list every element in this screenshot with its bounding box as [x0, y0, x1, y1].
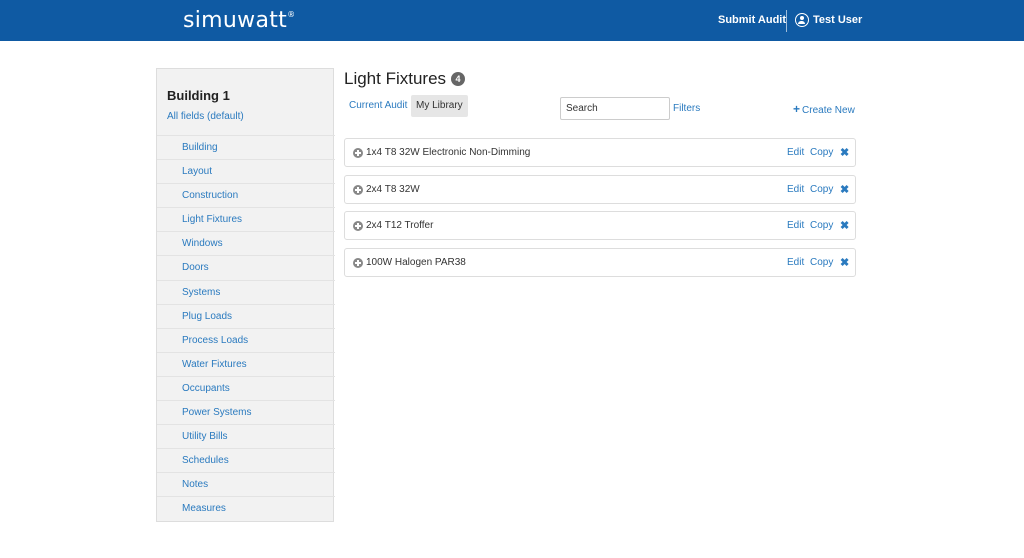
sidebar-item-power-systems[interactable]: Power Systems [157, 400, 335, 424]
fixture-name: 2x4 T12 Troffer [366, 220, 434, 231]
close-icon[interactable]: ✖ [840, 183, 849, 196]
create-new-label: Create New [802, 105, 855, 116]
sidebar-item-plug-loads[interactable]: Plug Loads [157, 303, 335, 328]
search-input[interactable] [560, 97, 670, 120]
sidebar-nav: Building Layout Construction Light Fixtu… [157, 135, 335, 521]
count-badge: 4 [451, 72, 466, 86]
user-name: Test User [813, 14, 863, 26]
sidebar-item-systems[interactable]: Systems [157, 279, 335, 304]
sidebar-item-construction[interactable]: Construction [157, 183, 335, 207]
sidebar-item-occupants[interactable]: Occupants [157, 375, 335, 400]
page-title-text: Light Fixtures [344, 69, 447, 88]
expand-plus-icon[interactable] [353, 185, 363, 195]
fixture-name: 1x4 T8 32W Electronic Non-Dimming [366, 147, 531, 158]
copy-link[interactable]: Copy [810, 184, 833, 195]
sidebar-item-schedules[interactable]: Schedules [157, 448, 335, 472]
copy-link[interactable]: Copy [810, 257, 833, 268]
expand-plus-icon[interactable] [353, 148, 363, 158]
fixture-row: 100W Halogen PAR38 Edit Copy ✖ [344, 248, 856, 277]
sidebar-item-windows[interactable]: Windows [157, 231, 335, 255]
close-icon[interactable]: ✖ [840, 146, 849, 159]
edit-link[interactable]: Edit [787, 184, 804, 195]
sidebar-item-process-loads[interactable]: Process Loads [157, 327, 335, 352]
nav-divider [786, 10, 787, 32]
sidebar-item-notes[interactable]: Notes [157, 472, 335, 496]
top-navbar: simuwatt® Submit Audit Test User [0, 0, 1024, 41]
fixture-row: 1x4 T8 32W Electronic Non-Dimming Edit C… [344, 138, 856, 167]
sidebar-item-doors[interactable]: Doors [157, 255, 335, 279]
sidebar-item-measures[interactable]: Measures [157, 496, 335, 520]
edit-link[interactable]: Edit [787, 257, 804, 268]
field-set-link[interactable]: All fields (default) [167, 111, 244, 122]
building-title: Building 1 [167, 88, 230, 103]
expand-plus-icon[interactable] [353, 221, 363, 231]
sidebar-item-light-fixtures[interactable]: Light Fixtures [157, 207, 335, 231]
sidebar-item-utility-bills[interactable]: Utility Bills [157, 424, 335, 448]
logo-text: simuwatt [183, 8, 288, 33]
sidebar-item-building[interactable]: Building [157, 135, 335, 159]
submit-audit-link[interactable]: Submit Audit [718, 14, 786, 26]
create-new-button[interactable]: + Create New [793, 102, 855, 116]
user-circle-icon [795, 13, 809, 27]
filters-link[interactable]: Filters [673, 103, 700, 114]
tab-current-audit[interactable]: Current Audit [344, 95, 412, 117]
expand-plus-icon[interactable] [353, 258, 363, 268]
copy-link[interactable]: Copy [810, 147, 833, 158]
close-icon[interactable]: ✖ [840, 256, 849, 269]
sidebar: Building 1 All fields (default) Building… [156, 68, 335, 522]
close-icon[interactable]: ✖ [840, 219, 849, 232]
fixture-row: 2x4 T12 Troffer Edit Copy ✖ [344, 211, 856, 240]
edit-link[interactable]: Edit [787, 147, 804, 158]
registered-mark: ® [287, 10, 296, 19]
user-menu[interactable]: Test User [795, 13, 862, 27]
fixture-row: 2x4 T8 32W Edit Copy ✖ [344, 175, 856, 204]
edit-link[interactable]: Edit [787, 220, 804, 231]
fixture-name: 100W Halogen PAR38 [366, 257, 466, 268]
page-title: Light Fixtures 4 [344, 69, 466, 89]
plus-icon: + [793, 102, 801, 116]
copy-link[interactable]: Copy [810, 220, 833, 231]
tab-my-library[interactable]: My Library [411, 95, 468, 117]
fixture-name: 2x4 T8 32W [366, 184, 420, 195]
sidebar-item-water-fixtures[interactable]: Water Fixtures [157, 351, 335, 376]
simuwatt-logo[interactable]: simuwatt® [183, 8, 295, 33]
sidebar-item-layout[interactable]: Layout [157, 159, 335, 183]
